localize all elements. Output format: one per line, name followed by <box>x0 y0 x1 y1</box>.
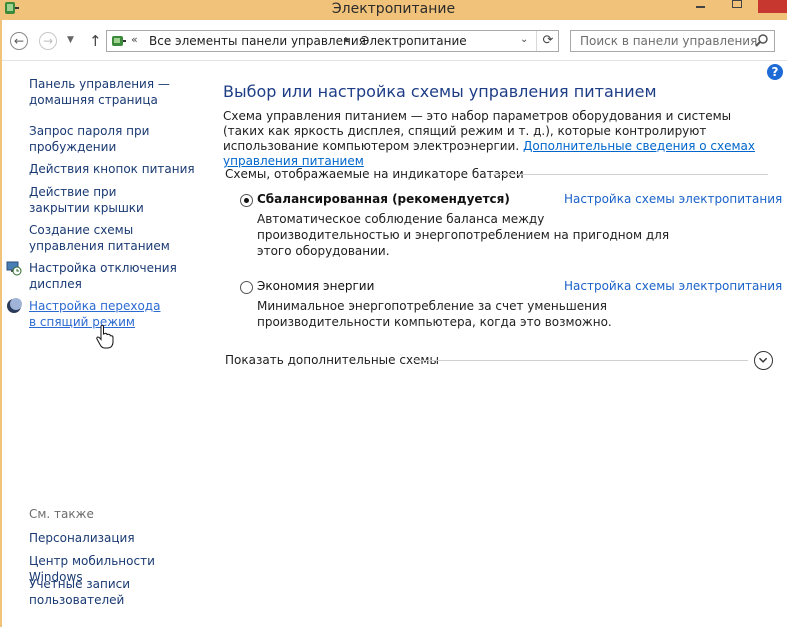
navigation-bar: ← → ▼ ↑ « Все элементы панели управления… <box>2 20 787 61</box>
minimize-button[interactable] <box>690 0 712 12</box>
page-title: Выбор или настройка схемы управления пит… <box>223 82 657 101</box>
search-icon[interactable] <box>754 33 770 49</box>
breadcrumb-all-items[interactable]: Все элементы панели управления <box>149 34 366 48</box>
chevron-down-icon[interactable] <box>754 351 773 370</box>
plan-power-saver-name[interactable]: Экономия энергии <box>257 279 374 293</box>
main-content: Выбор или настройка схемы управления пит… <box>223 61 782 627</box>
close-button[interactable] <box>758 0 787 13</box>
search-box[interactable]: Поиск в панели управления <box>570 30 775 52</box>
see-also-heading: См. также <box>29 507 94 521</box>
show-more-plans-label[interactable]: Показать дополнительные схемы <box>225 353 439 367</box>
display-timer-icon <box>6 261 22 276</box>
breadcrumb-power-options[interactable]: Электропитание <box>361 34 467 48</box>
window-title: Электропитание <box>331 1 456 17</box>
up-arrow-icon[interactable]: ↑ <box>89 32 102 50</box>
see-also-user-accounts[interactable]: Учетные записи пользователей <box>29 576 139 608</box>
see-also-personalization[interactable]: Персонализация <box>29 530 199 546</box>
back-arrow-icon[interactable]: ← <box>10 32 28 50</box>
address-overflow-chevron[interactable]: « <box>131 33 138 46</box>
breadcrumb-separator[interactable]: ▸ <box>345 34 350 45</box>
section-divider <box>493 174 768 175</box>
recent-locations-dropdown[interactable]: ▼ <box>67 35 74 45</box>
plan-balanced-description: Автоматическое соблюдение баланса между … <box>257 212 670 258</box>
control-panel-window: ← → ▼ ↑ « Все элементы панели управления… <box>2 20 787 627</box>
title-bar: Электропитание <box>0 0 787 20</box>
plan-power-saver-radio[interactable] <box>240 281 253 294</box>
control-panel-icon <box>112 36 126 46</box>
sidebar-item-power-buttons[interactable]: Действия кнопок питания <box>29 161 204 177</box>
page-description: Схема управления питанием — это набор па… <box>223 109 775 169</box>
refresh-icon[interactable]: ⟳ <box>536 31 559 51</box>
moon-icon <box>7 298 22 313</box>
plans-section-label: Схемы, отображаемые на индикаторе батаре… <box>225 167 524 181</box>
forward-arrow-icon[interactable]: → <box>39 32 57 50</box>
plan-power-saver-settings-link[interactable]: Настройка схемы электропитания <box>564 279 782 293</box>
sidebar-item-home[interactable]: Панель управления — домашняя страница <box>29 76 179 108</box>
plan-balanced-name[interactable]: Сбалансированная (рекомендуется) <box>257 192 510 206</box>
plan-balanced-settings-link[interactable]: Настройка схемы электропитания <box>564 192 782 206</box>
sidebar-item-lid-close[interactable]: Действие при закрытии крышки <box>29 184 179 216</box>
plan-power-saver-description: Минимальное энергопотребление за счет ум… <box>257 299 612 329</box>
more-plans-divider <box>413 360 748 361</box>
hand-cursor-icon <box>96 325 114 349</box>
address-history-dropdown[interactable]: ⌄ <box>520 34 528 45</box>
search-placeholder: Поиск в панели управления <box>580 34 758 48</box>
sidebar-item-wake-password[interactable]: Запрос пароля при пробуждении <box>29 123 159 155</box>
maximize-button[interactable] <box>726 0 748 12</box>
sidebar-item-create-plan[interactable]: Создание схемы управления питанием <box>29 222 199 254</box>
address-bar[interactable]: « Все элементы панели управления ▸ Элект… <box>106 30 559 52</box>
plan-balanced-radio[interactable] <box>240 194 253 207</box>
sidebar-item-display-off[interactable]: Настройка отключения дисплея <box>29 260 189 292</box>
